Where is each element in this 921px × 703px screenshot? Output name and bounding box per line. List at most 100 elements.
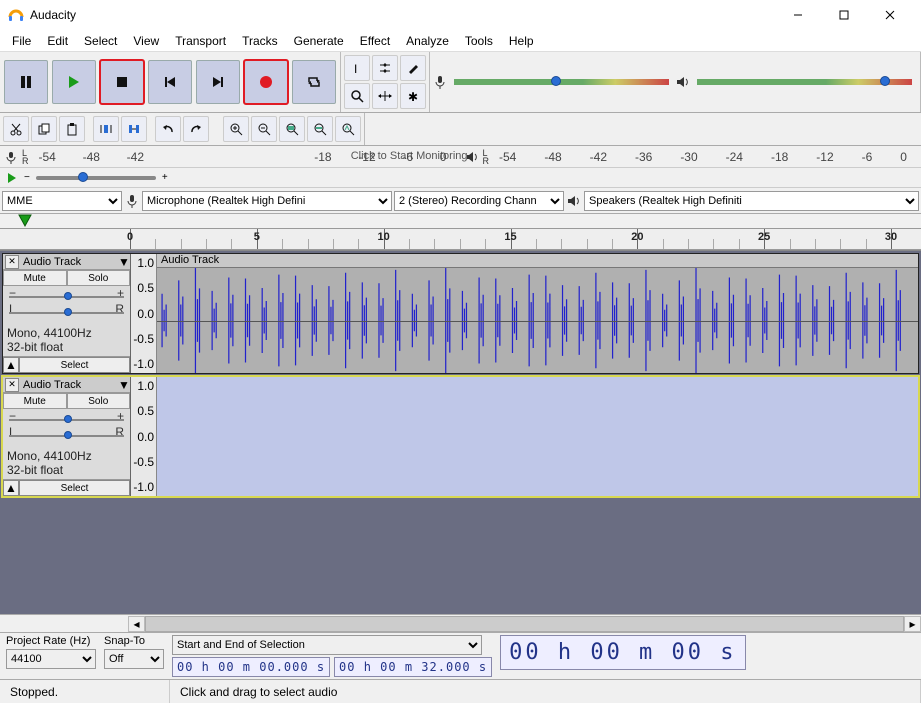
track-close-button[interactable]: ✕ [5,378,19,392]
record-meter-group [430,52,921,112]
track-control-panel: ✕ Audio Track ▼ Mute Solo −+ LR Mono, 44… [3,377,131,496]
waveform-display[interactable]: Audio Track [157,254,918,373]
microphone-icon [432,74,448,90]
horizontal-scrollbar[interactable]: ◂ ▸ [0,614,921,632]
time-ruler[interactable]: 051015202530 [0,228,921,250]
selection-start-readout[interactable]: 00 h 00 m 00.000 s [172,657,330,677]
tracks-area: ✕ Audio Track ▼ Mute Solo −+ LR Mono, 44… [0,251,921,614]
skip-start-button[interactable] [148,60,192,104]
menu-edit[interactable]: Edit [39,32,76,50]
track-select-button[interactable]: Select [19,357,130,373]
status-hint: Click and drag to select audio [170,680,921,703]
track-name[interactable]: Audio Track [21,256,118,268]
silence-button[interactable] [121,116,147,142]
scroll-left-arrow[interactable]: ◂ [128,616,145,632]
menu-file[interactable]: File [4,32,39,50]
snap-to-select[interactable]: Off [104,649,164,669]
cut-button[interactable] [3,116,29,142]
record-button[interactable] [244,60,288,104]
mute-button[interactable]: Mute [3,270,67,286]
menu-tracks[interactable]: Tracks [234,32,286,50]
app-logo [8,7,24,23]
undo-button[interactable] [155,116,181,142]
project-rate-select[interactable]: 44100 [6,649,96,669]
mute-button[interactable]: Mute [3,393,67,409]
menu-analyze[interactable]: Analyze [398,32,457,50]
recording-meter-row[interactable]: LR -54 -48 -42 Click to Start Monitoring… [0,146,921,168]
timeshift-tool[interactable] [372,83,398,109]
selection-end-readout[interactable]: 00 h 00 m 32.000 s [334,657,492,677]
zoom-tool[interactable] [344,83,370,109]
solo-button[interactable]: Solo [67,270,131,286]
recording-device-select[interactable]: Microphone (Realtek High Defini [142,191,392,211]
track-menu-dropdown[interactable]: ▼ [118,378,130,392]
pause-button[interactable] [4,60,48,104]
menu-help[interactable]: Help [501,32,542,50]
tools-toolbar: I ✱ [341,52,430,112]
snap-to-label: Snap-To [104,635,164,647]
transport-toolbar [0,52,341,112]
minimize-button[interactable] [775,0,821,30]
zoom-out-button[interactable] [251,116,277,142]
scroll-right-arrow[interactable]: ▸ [904,616,921,632]
titlebar: Audacity [0,0,921,30]
zoom-toggle-button[interactable] [335,116,361,142]
microphone-icon [4,150,18,164]
play-speed-slider[interactable] [36,176,156,180]
project-rate-label: Project Rate (Hz) [6,635,96,647]
track-close-button[interactable]: ✕ [5,255,19,269]
menubar: File Edit Select View Transport Tracks G… [0,30,921,52]
track-select-button[interactable]: Select [19,480,130,496]
menu-effect[interactable]: Effect [352,32,398,50]
redo-button[interactable] [183,116,209,142]
track-menu-dropdown[interactable]: ▼ [118,255,130,269]
audio-host-select[interactable]: MME [2,191,122,211]
selection-mode-select[interactable]: Start and End of Selection [172,635,482,655]
recording-channels-select[interactable]: 2 (Stereo) Recording Chann [394,191,564,211]
selection-toolbar: Project Rate (Hz) 44100 Snap-To Off Star… [0,632,921,679]
solo-button[interactable]: Solo [67,393,131,409]
loop-button[interactable] [292,60,336,104]
menu-view[interactable]: View [125,32,167,50]
menu-transport[interactable]: Transport [167,32,234,50]
pan-slider[interactable]: LR [9,429,124,443]
play-at-speed-row: − + [0,168,921,188]
copy-button[interactable] [31,116,57,142]
close-button[interactable] [867,0,913,30]
track-name[interactable]: Audio Track [21,379,118,391]
collapse-button[interactable]: ▲ [3,357,19,373]
skip-end-button[interactable] [196,60,240,104]
draw-tool[interactable] [400,55,426,81]
play-at-speed-button[interactable] [6,172,18,184]
fit-project-button[interactable] [307,116,333,142]
waveform-display[interactable] [157,377,918,496]
trim-button[interactable] [93,116,119,142]
multi-tool[interactable]: ✱ [400,83,426,109]
play-button[interactable] [52,60,96,104]
pan-slider[interactable]: LR [9,306,124,320]
timeline: 051015202530 [0,214,921,251]
track-1: ✕ Audio Track ▼ Mute Solo −+ LR Mono, 44… [2,253,919,374]
clip-title[interactable]: Audio Track [157,254,918,268]
fit-selection-button[interactable] [279,116,305,142]
playhead-marker[interactable] [18,214,32,228]
envelope-tool[interactable] [372,55,398,81]
paste-button[interactable] [59,116,85,142]
stop-button[interactable] [100,60,144,104]
menu-select[interactable]: Select [76,32,125,50]
playback-device-select[interactable]: Speakers (Realtek High Definiti [584,191,919,211]
playback-meter[interactable] [697,79,912,85]
track-format-info: Mono, 44100Hz 32-bit float [3,324,130,356]
menu-generate[interactable]: Generate [286,32,352,50]
audio-position-readout[interactable]: 00 h 00 m 00 s [500,635,745,670]
menu-tools[interactable]: Tools [457,32,501,50]
statusbar: Stopped. Click and drag to select audio [0,679,921,703]
zoom-in-button[interactable] [223,116,249,142]
selection-tool[interactable]: I [344,55,370,81]
device-toolbar: MME Microphone (Realtek High Defini 2 (S… [0,188,921,214]
maximize-button[interactable] [821,0,867,30]
collapse-button[interactable]: ▲ [3,480,19,496]
record-meter[interactable] [454,79,669,85]
amplitude-scale: 1.0 0.5 0.0 -0.5 -1.0 [131,377,157,496]
svg-text:✱: ✱ [408,90,418,103]
